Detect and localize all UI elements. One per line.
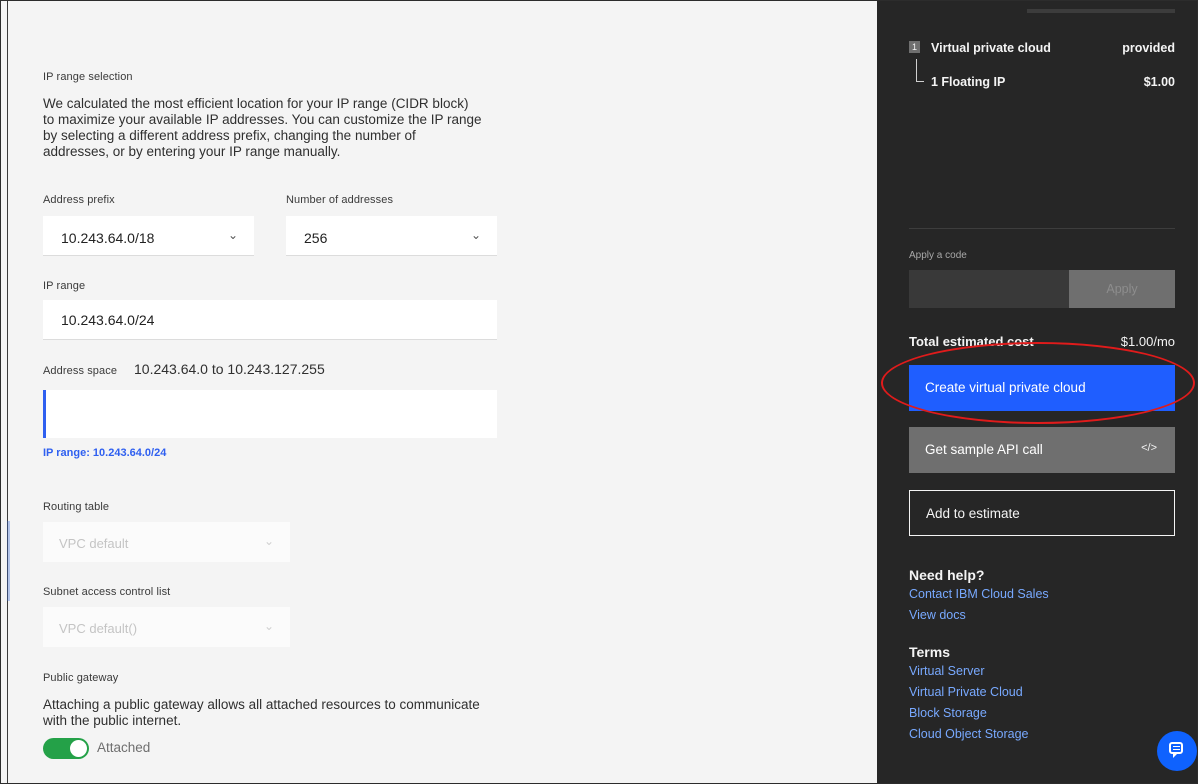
address-space-label: Address space [43,365,118,377]
create-vpc-label: Create virtual private cloud [925,380,1086,395]
promo-code-label: Apply a code [909,250,967,261]
form-area: IP range selection We calculated the mos… [1,1,877,783]
chat-icon-lines [1173,746,1180,747]
subnet-acl-label: Subnet access control list [43,586,171,598]
public-gateway-toggle[interactable] [43,738,89,759]
ip-range-section-title: IP range selection [43,71,133,83]
promo-code-input[interactable] [909,270,1069,308]
ip-range-input[interactable]: 10.243.64.0/24 [43,300,497,340]
add-to-estimate-button[interactable]: Add to estimate [909,490,1175,536]
description-line: with the public internet. [43,713,182,728]
terms-title: Terms [909,644,950,660]
description-line: to maximize your available IP addresses.… [43,112,482,127]
apply-button[interactable]: Apply [1069,270,1175,308]
terms-link-vpc[interactable]: Virtual Private Cloud [909,685,1023,699]
address-prefix-value: 10.243.64.0/18 [61,230,155,246]
description-line: Attaching a public gateway allows all at… [43,697,480,712]
help-title: Need help? [909,567,985,583]
terms-link-virtual-server[interactable]: Virtual Server [909,664,985,678]
public-gateway-description: Attaching a public gateway allows all at… [43,697,480,729]
address-prefix-select[interactable]: 10.243.64.0/18 ⌄ [43,216,254,256]
subnet-acl-select[interactable]: VPC default() ⌄ [43,607,290,647]
add-to-estimate-label: Add to estimate [926,506,1020,521]
panel-divider [909,228,1175,229]
create-vpc-button[interactable]: Create virtual private cloud [909,365,1175,411]
subnet-acl-value: VPC default() [59,621,138,636]
address-prefix-label: Address prefix [43,194,115,206]
address-space-value: 10.243.64.0 to 10.243.127.255 [134,361,325,377]
code-icon: </> [1141,442,1157,454]
ip-range-value: 10.243.64.0/24 [61,312,155,328]
summary-item-price: provided [1122,41,1175,55]
terms-link-block-storage[interactable]: Block Storage [909,706,987,720]
description-line: We calculated the most efficient locatio… [43,96,469,111]
public-gateway-label: Public gateway [43,672,119,684]
summary-item-name: Virtual private cloud [931,41,1051,55]
number-of-addresses-value: 256 [304,230,328,246]
description-line: by selecting a different address prefix,… [43,128,416,143]
number-of-addresses-select[interactable]: 256 ⌄ [286,216,497,256]
ip-range-description: We calculated the most efficient locatio… [43,96,482,160]
chevron-down-icon: ⌄ [263,534,274,548]
number-of-addresses-label: Number of addresses [286,194,394,206]
chat-icon [1169,742,1183,758]
ip-range-hint: IP range: 10.243.64.0/24 [43,447,167,459]
description-line: addresses, or by entering your IP range … [43,144,341,159]
manual-ip-range-input[interactable] [43,390,497,438]
routing-table-select[interactable]: VPC default ⌄ [43,522,290,562]
total-cost-label: Total estimated cost [909,334,1034,349]
chevron-down-icon: ⌄ [263,619,274,633]
chat-button[interactable] [1157,731,1197,771]
tree-connector [916,59,917,81]
contact-sales-link[interactable]: Contact IBM Cloud Sales [909,587,1049,601]
step-badge: 1 [909,41,920,53]
chevron-down-icon: ⌄ [470,228,481,242]
summary-sub-item-price: $1.00 [1143,75,1175,89]
toggle-knob [70,740,87,757]
panel-top-bar [1027,9,1175,13]
scroll-marker [7,521,10,601]
focus-indicator [43,390,46,438]
sample-api-label: Get sample API call [925,442,1043,457]
routing-table-label: Routing table [43,501,110,513]
ip-range-label: IP range [43,280,86,292]
terms-link-cos[interactable]: Cloud Object Storage [909,727,1029,741]
left-divider [7,1,8,783]
view-docs-link[interactable]: View docs [909,608,966,622]
chevron-down-icon: ⌄ [227,228,238,242]
toggle-label: Attached [97,740,151,755]
total-cost-value: $1.00/mo [1120,334,1175,349]
page-frame: IP range selection We calculated the mos… [0,0,1198,784]
summary-sub-item-name: 1 Floating IP [931,75,1006,89]
tree-connector [916,81,924,82]
sample-api-button[interactable]: Get sample API call </> [909,427,1175,473]
routing-table-value: VPC default [59,536,129,551]
summary-panel: 1 Virtual private cloud provided 1 Float… [877,1,1197,783]
